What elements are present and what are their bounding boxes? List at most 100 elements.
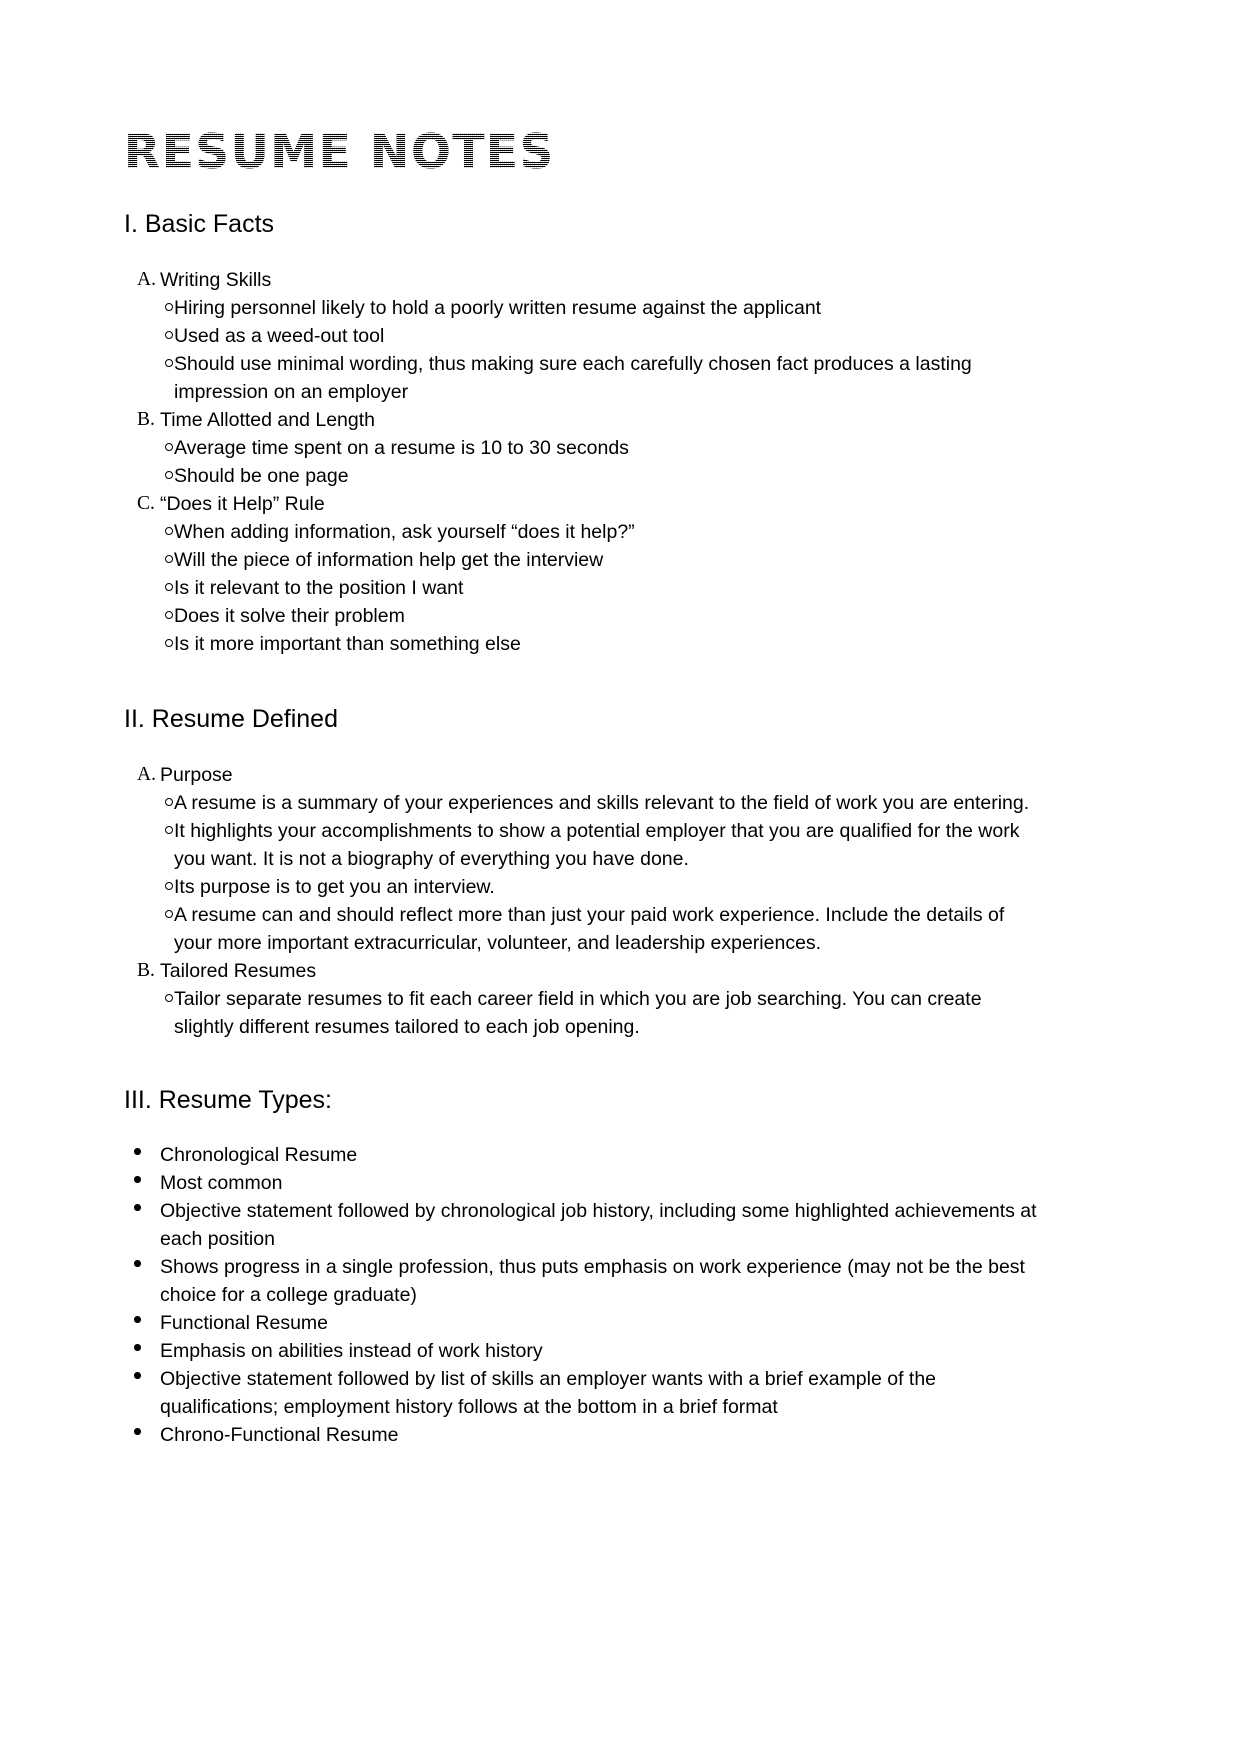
- list-item: Emphasis on abilities instead of work hi…: [124, 1337, 1044, 1365]
- lettered-item: B. Time Allotted and Length Average time…: [124, 406, 1044, 490]
- hollow-circle-icon: [124, 350, 174, 378]
- sub-bullet-item: Used as a weed-out tool: [124, 322, 1044, 350]
- sub-bullet-item: Tailor separate resumes to fit each care…: [124, 985, 1044, 1041]
- hollow-circle-icon: [124, 294, 174, 322]
- letter-marker: B.: [137, 409, 155, 430]
- sub-bullet-text: Is it relevant to the position I want: [174, 577, 464, 599]
- sub-bullet-item: Its purpose is to get you an interview.: [124, 873, 1044, 901]
- sub-bullet-text: When adding information, ask yourself “d…: [174, 521, 635, 543]
- sub-bullet-item: Average time spent on a resume is 10 to …: [124, 434, 1044, 462]
- hollow-circle-icon: [124, 322, 174, 350]
- bullet-text: Chronological Resume: [160, 1143, 358, 1166]
- lettered-row: B. Tailored Resumes: [124, 957, 1044, 985]
- sub-bullet-text: Hiring personnel likely to hold a poorly…: [174, 297, 822, 319]
- lettered-item-label: “Does it Help” Rule: [160, 493, 325, 515]
- sub-bullet-item: When adding information, ask yourself “d…: [124, 518, 1044, 546]
- sub-bullet-text: Its purpose is to get you an interview.: [174, 876, 495, 899]
- bullet-dot-icon: [124, 1197, 160, 1225]
- lettered-item-label: Time Allotted and Length: [160, 409, 376, 431]
- lettered-item: A. Purpose A resume is a summary of your…: [124, 761, 1044, 957]
- page-title: RESUME NOTES: [124, 128, 1044, 179]
- lettered-item: A. Writing Skills Hiring personnel likel…: [124, 266, 1044, 406]
- hollow-circle-icon: [124, 789, 174, 817]
- sub-bullet-item: Should be one page: [124, 462, 1044, 490]
- list-item: Functional Resume: [124, 1309, 1044, 1337]
- letter-marker: B.: [137, 960, 155, 982]
- sub-bullet-text: A resume can and should reflect more tha…: [174, 904, 1005, 955]
- sub-bullet-item: Is it more important than something else: [124, 630, 1044, 658]
- sub-bullet-item: Should use minimal wording, thus making …: [124, 350, 1044, 406]
- bullet-text: Objective statement followed by chronolo…: [160, 1199, 1037, 1250]
- lettered-row: C. “Does it Help” Rule: [124, 490, 1044, 518]
- section-2-lettered-list: A. Purpose A resume is a summary of your…: [124, 761, 1044, 1041]
- lettered-item-label: Purpose: [160, 764, 233, 787]
- sub-bullet-text: Is it more important than something else: [174, 633, 521, 655]
- section-heading-2: II. Resume Defined: [124, 705, 338, 733]
- section-3-bullet-list: Chronological Resume Most common Objecti…: [124, 1141, 1044, 1449]
- sub-bullet-list: When adding information, ask yourself “d…: [124, 518, 1044, 658]
- list-item: Chronological Resume: [124, 1141, 1044, 1169]
- section-heading-1: I. Basic Facts: [124, 209, 275, 238]
- sub-bullet-text: Used as a weed-out tool: [174, 325, 385, 347]
- lettered-item-label: Writing Skills: [160, 269, 272, 291]
- bullet-text: Objective statement followed by list of …: [160, 1367, 937, 1418]
- bullet-text: Shows progress in a single profession, t…: [160, 1255, 1025, 1306]
- hollow-circle-icon: [124, 630, 174, 658]
- sub-bullet-list: Average time spent on a resume is 10 to …: [124, 434, 1044, 490]
- hollow-circle-icon: [124, 518, 174, 546]
- hollow-circle-icon: [124, 602, 174, 630]
- bullet-dot-icon: [124, 1337, 160, 1365]
- sub-bullet-item: A resume can and should reflect more tha…: [124, 901, 1044, 957]
- hollow-circle-icon: [124, 462, 174, 490]
- sub-bullet-list: Tailor separate resumes to fit each care…: [124, 985, 1044, 1041]
- sub-bullet-item: Does it solve their problem: [124, 602, 1044, 630]
- hollow-circle-icon: [124, 817, 174, 845]
- lettered-row: A. Purpose: [124, 761, 1044, 789]
- list-item: Chrono-Functional Resume: [124, 1421, 1044, 1449]
- sub-bullet-item: It highlights your accomplishments to sh…: [124, 817, 1044, 873]
- hollow-circle-icon: [124, 546, 174, 574]
- hollow-circle-icon: [124, 873, 174, 901]
- list-item: Objective statement followed by chronolo…: [124, 1197, 1044, 1253]
- letter-marker: A.: [137, 764, 156, 786]
- bullet-dot-icon: [124, 1169, 160, 1197]
- sub-bullet-text: Does it solve their problem: [174, 605, 405, 627]
- document-page: RESUME NOTES I. Basic Facts A. Writing S…: [0, 0, 1240, 1754]
- lettered-item: C. “Does it Help” Rule When adding infor…: [124, 490, 1044, 658]
- hollow-circle-icon: [124, 985, 174, 1013]
- bullet-dot-icon: [124, 1253, 160, 1281]
- sub-bullet-item: Hiring personnel likely to hold a poorly…: [124, 294, 1044, 322]
- sub-bullet-text: Should use minimal wording, thus making …: [174, 353, 972, 403]
- lettered-item: B. Tailored Resumes Tailor separate resu…: [124, 957, 1044, 1041]
- sub-bullet-list: A resume is a summary of your experience…: [124, 789, 1044, 957]
- document-body: RESUME NOTES I. Basic Facts A. Writing S…: [124, 128, 1044, 1449]
- bullet-dot-icon: [124, 1309, 160, 1337]
- letter-marker: A.: [137, 269, 156, 290]
- bullet-text: Chrono-Functional Resume: [160, 1423, 399, 1446]
- sub-bullet-text: It highlights your accomplishments to sh…: [174, 820, 1020, 871]
- bullet-dot-icon: [124, 1365, 160, 1393]
- hollow-circle-icon: [124, 901, 174, 929]
- hollow-circle-icon: [124, 434, 174, 462]
- sub-bullet-item: Is it relevant to the position I want: [124, 574, 1044, 602]
- lettered-item-label: Tailored Resumes: [160, 960, 317, 983]
- list-item: Most common: [124, 1169, 1044, 1197]
- lettered-row: B. Time Allotted and Length: [124, 406, 1044, 434]
- sub-bullet-text: Average time spent on a resume is 10 to …: [174, 437, 629, 459]
- bullet-text: Emphasis on abilities instead of work hi…: [160, 1339, 543, 1362]
- bullet-text: Most common: [160, 1171, 283, 1194]
- list-item: Objective statement followed by list of …: [124, 1365, 1044, 1421]
- section-heading-3: III. Resume Types:: [124, 1086, 332, 1115]
- bullet-dot-icon: [124, 1421, 160, 1449]
- sub-bullet-text: Should be one page: [174, 465, 349, 487]
- sub-bullet-list: Hiring personnel likely to hold a poorly…: [124, 294, 1044, 406]
- bullet-dot-icon: [124, 1141, 160, 1169]
- lettered-row: A. Writing Skills: [124, 266, 1044, 294]
- hollow-circle-icon: [124, 574, 174, 602]
- sub-bullet-item: A resume is a summary of your experience…: [124, 789, 1044, 817]
- letter-marker: C.: [137, 493, 155, 514]
- sub-bullet-text: Will the piece of information help get t…: [174, 549, 604, 571]
- list-item: Shows progress in a single profession, t…: [124, 1253, 1044, 1309]
- sub-bullet-text: A resume is a summary of your experience…: [174, 792, 1030, 815]
